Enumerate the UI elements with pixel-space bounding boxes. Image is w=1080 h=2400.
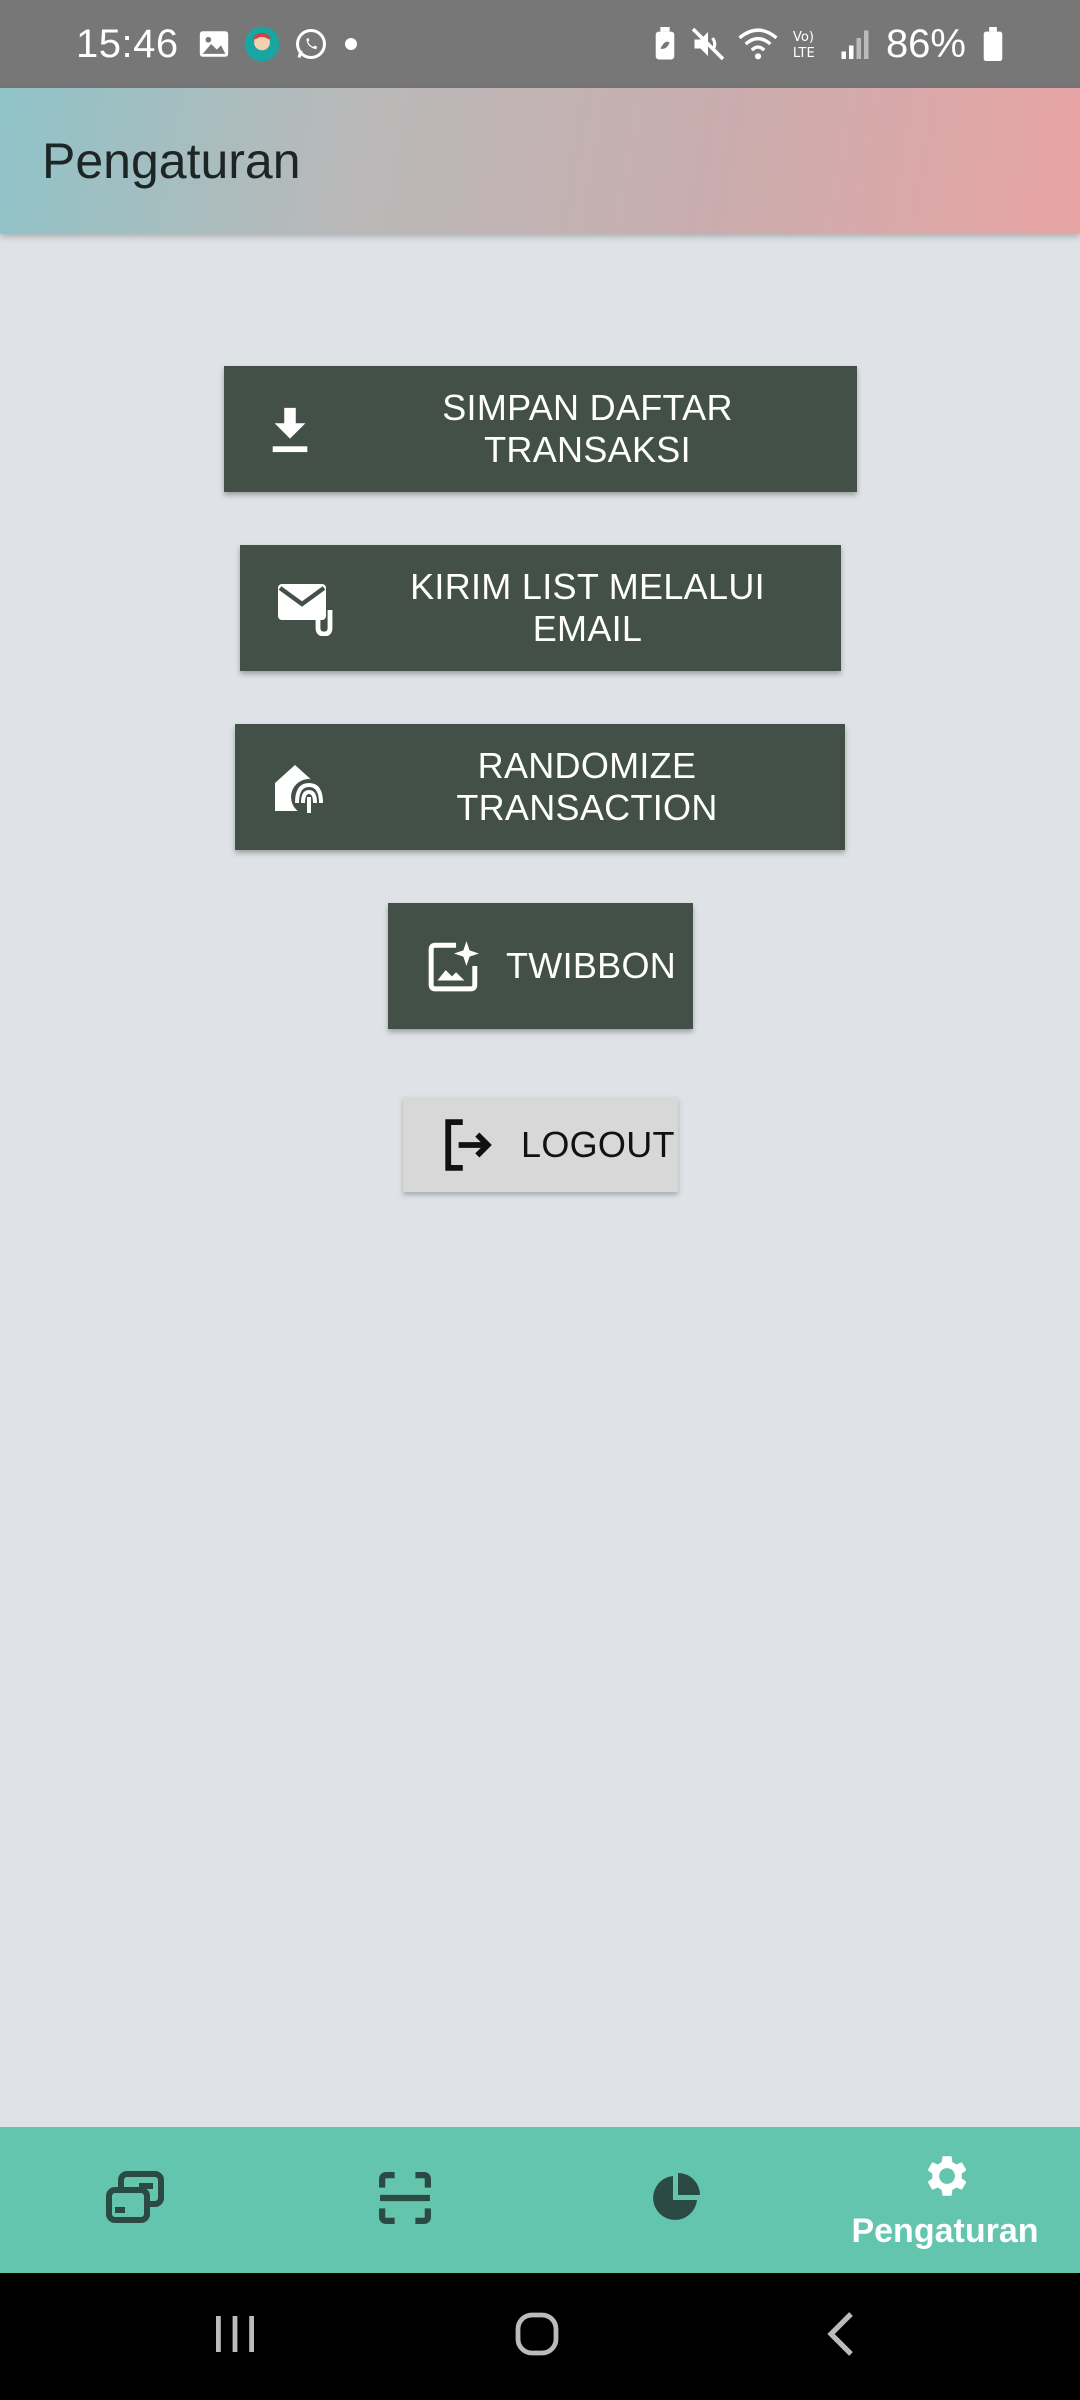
back-icon [823, 2310, 857, 2363]
randomize-transaction-label: RANDOMIZE TRANSACTION [456, 745, 718, 828]
svg-text:LTE: LTE [793, 46, 815, 61]
save-transactions-button[interactable]: SIMPAN DAFTAR TRANSAKSI [224, 366, 857, 492]
nav-item-reports[interactable] [540, 2127, 810, 2273]
battery-percent: 86% [885, 21, 966, 66]
home-signal-icon [271, 757, 331, 817]
back-button[interactable] [780, 2273, 900, 2400]
app-bar: Pengaturan [0, 88, 1080, 234]
wifi-icon [738, 26, 778, 62]
download-icon [260, 399, 320, 459]
status-time: 15:46 [76, 21, 179, 66]
twibbon-label: TWIBBON [506, 945, 677, 986]
dot-icon [341, 34, 361, 54]
volte-icon: Vo) LTE [790, 26, 828, 62]
image-sparkle-icon [424, 936, 484, 996]
nav-label-settings: Pengaturan [851, 2212, 1039, 2250]
whatsapp-icon [293, 26, 329, 62]
avatar-icon [243, 25, 281, 63]
home-icon [514, 2311, 560, 2362]
send-email-button[interactable]: KIRIM LIST MELALUI EMAIL [240, 545, 841, 671]
image-icon [197, 27, 231, 61]
nav-item-settings[interactable]: Pengaturan [810, 2127, 1080, 2273]
nav-item-transactions[interactable] [0, 2127, 270, 2273]
transactions-icon [105, 2170, 165, 2231]
home-button[interactable] [477, 2273, 597, 2400]
logout-label: LOGOUT [521, 1123, 675, 1165]
scan-icon [378, 2171, 432, 2230]
signal-icon [840, 27, 870, 61]
page-title: Pengaturan [42, 133, 301, 189]
gear-icon [918, 2149, 972, 2208]
recents-button[interactable] [175, 2273, 295, 2400]
logout-icon [439, 1115, 499, 1175]
bottom-navigation: Pengaturan [0, 2127, 1080, 2273]
recents-icon [212, 2312, 258, 2361]
mute-icon [690, 26, 726, 62]
logout-button[interactable]: LOGOUT [403, 1097, 678, 1192]
status-left: 15:46 [76, 0, 373, 88]
battery-icon [982, 27, 1004, 61]
status-bar: 15:46 Vo) LTE 86% [0, 0, 1080, 88]
twibbon-button[interactable]: TWIBBON [388, 903, 693, 1029]
svg-text:Vo): Vo) [793, 30, 814, 45]
system-navigation-bar [0, 2273, 1080, 2400]
nav-item-scan[interactable] [270, 2127, 540, 2273]
email-attachment-icon [276, 578, 336, 638]
save-transactions-label: SIMPAN DAFTAR TRANSAKSI [442, 387, 733, 470]
randomize-transaction-button[interactable]: RANDOMIZE TRANSACTION [235, 724, 845, 850]
status-right: Vo) LTE 86% [640, 0, 1004, 88]
battery-saver-icon [652, 27, 678, 61]
send-email-label: KIRIM LIST MELALUI EMAIL [410, 566, 765, 649]
pie-chart-icon [649, 2172, 701, 2229]
